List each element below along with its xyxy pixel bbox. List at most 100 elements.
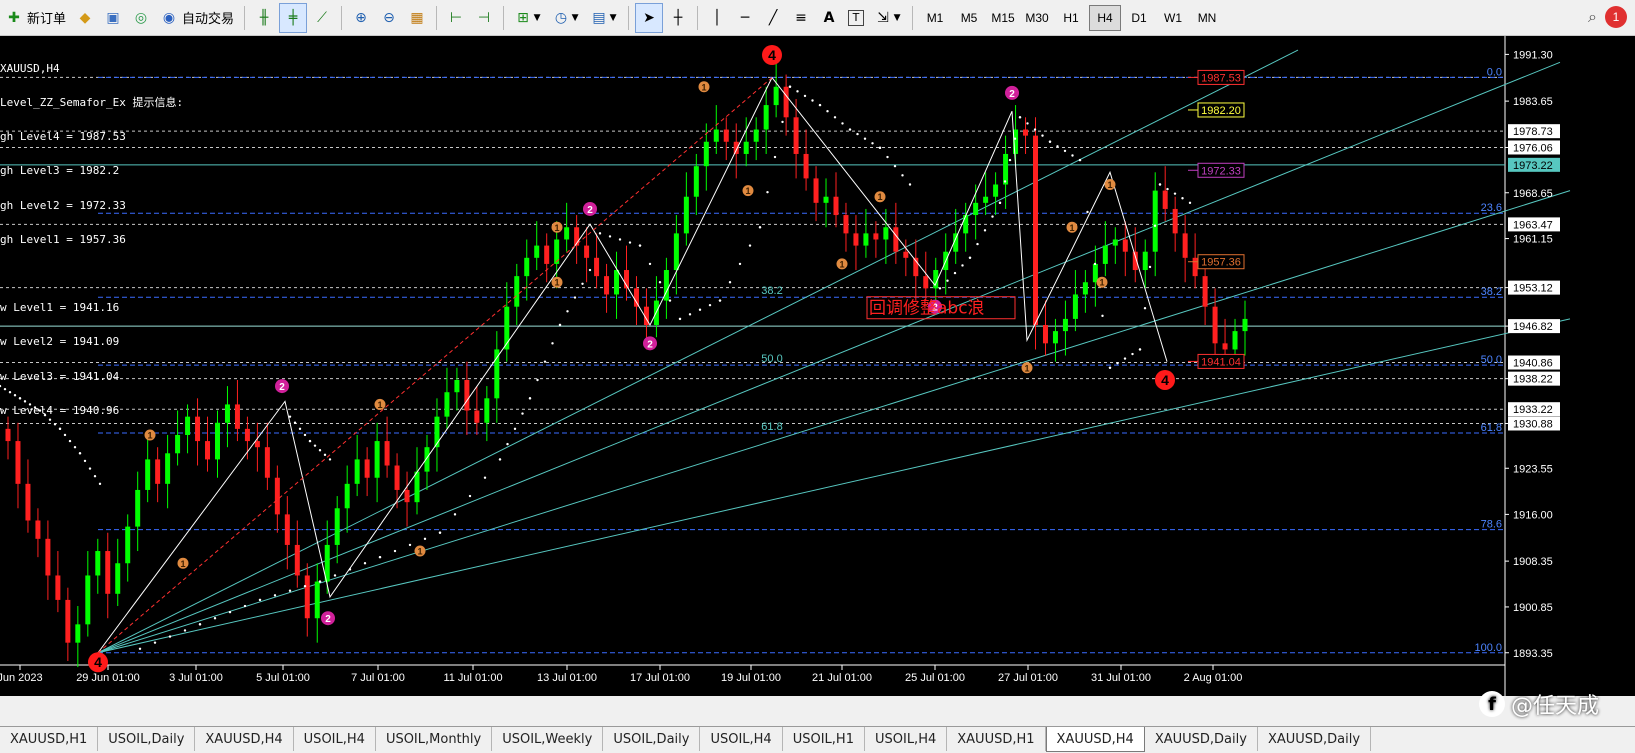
candle-body [863, 233, 869, 246]
sar-dot [886, 155, 889, 159]
bar-chart-button[interactable]: ╫ [251, 4, 277, 32]
candle-body [1222, 343, 1228, 350]
chart-tab[interactable]: USOIL,H4 [700, 727, 783, 751]
zoom-in-icon: ⊕ [355, 9, 367, 26]
candle-body [1092, 263, 1098, 283]
crosshair-button[interactable]: ┼ [665, 4, 691, 32]
timeframe-m15-button[interactable]: M15 [987, 5, 1019, 31]
timeframe-w1-button[interactable]: W1 [1157, 5, 1189, 31]
sar-dot [938, 287, 942, 290]
zoom-out-button[interactable]: ⊖ [376, 4, 402, 32]
auto-scroll-button[interactable]: ⊣ [471, 4, 497, 32]
time-axis-label: 25 Jul 01:00 [905, 672, 965, 684]
sar-dot [378, 555, 382, 559]
price-axis-label: 1893.35 [1513, 648, 1553, 660]
sar-dot [678, 317, 682, 321]
chart-window[interactable]: 0.0 23.6 38.2 50.0 61.8 78.6 100.0 38.2 50.0 61.8… [0, 36, 1635, 696]
chart-tab[interactable]: USOIL,Daily [98, 727, 196, 751]
chart-tab[interactable]: XAUUSD,H4 [195, 727, 294, 751]
chart-tab[interactable]: USOIL,Monthly [376, 727, 493, 751]
candle-body [1003, 153, 1009, 185]
candle-body [454, 379, 460, 393]
semafor-level2-label: 2 [325, 614, 331, 625]
zoom-in-button[interactable]: ⊕ [348, 4, 374, 32]
chart-tab[interactable]: USOIL,H1 [783, 727, 865, 751]
navigator-button[interactable]: ▣ [100, 4, 126, 32]
sar-dot [228, 610, 232, 614]
line-chart-button[interactable]: ⟋ [309, 4, 335, 32]
semafor-level1-label: 1 [377, 400, 382, 410]
templates-button[interactable]: ▤ ▼ [586, 4, 622, 32]
trendline-icon: ╱ [768, 9, 778, 26]
sar-dot [1131, 352, 1134, 356]
cursor-button[interactable]: ➤ [635, 2, 664, 33]
semafor-level1-label: 1 [554, 223, 559, 233]
chart-tab[interactable]: XAUUSD,Daily [1258, 727, 1372, 751]
sar-dot [668, 299, 672, 302]
vertical-line-button[interactable]: │ [704, 4, 730, 32]
candle-body [1142, 251, 1148, 271]
templates-icon: ▤ [592, 9, 606, 26]
sar-dot [991, 215, 994, 218]
timeframe-d1-button[interactable]: D1 [1123, 5, 1155, 31]
sar-dot [73, 445, 77, 449]
level-tag-text: 1972.33 [1201, 165, 1241, 177]
candle-body [115, 563, 121, 594]
fibonacci-button[interactable]: ≡ [788, 4, 814, 32]
price-box-label: 1978.73 [1513, 126, 1553, 138]
sar-dot [871, 142, 874, 145]
indicators-button[interactable]: ⊞ ▼ [510, 4, 546, 32]
chart-shift-button[interactable]: ⊢ [443, 4, 469, 32]
sar-dot [1093, 262, 1097, 266]
chart-tab[interactable]: XAUUSD,H1 [0, 727, 99, 751]
notification-badge[interactable]: 1 [1605, 6, 1627, 28]
tile-windows-button[interactable]: ▦ [404, 4, 430, 32]
arrows-button[interactable]: ⇲ ▼ [870, 4, 906, 32]
sar-dot [1018, 116, 1022, 119]
candle-body [384, 441, 390, 466]
horizontal-line-button[interactable]: ─ [732, 4, 758, 32]
candlestick-button[interactable]: ╪ [279, 2, 308, 33]
sar-dot [1086, 210, 1089, 214]
sar-dot [953, 271, 957, 275]
chart-tab[interactable]: USOIL,Daily [603, 727, 701, 751]
time-axis-label: 7 Jul 01:00 [351, 672, 405, 684]
timeframe-h4-button[interactable]: H4 [1089, 4, 1122, 31]
fibonacci-mid-label: 50.0 [761, 353, 782, 365]
trendline-button[interactable]: ╱ [760, 4, 786, 32]
sar-dot [243, 604, 247, 608]
signals-button[interactable]: ◎ [128, 4, 154, 32]
chart-tab[interactable]: USOIL,Weekly [492, 727, 604, 751]
wave-4-label: 4 [1161, 372, 1169, 388]
candle-body [284, 514, 290, 545]
timeframe-h1-button[interactable]: H1 [1055, 5, 1087, 31]
sar-dot [841, 122, 844, 125]
price-axis-label: 1961.15 [1513, 234, 1553, 246]
fibonacci-level-label: 78.6 [1481, 519, 1502, 531]
timeframe-m5-button[interactable]: M5 [953, 5, 985, 31]
auto-trading-button[interactable]: ◉ 自动交易 [156, 4, 238, 32]
chart-tab[interactable]: XAUUSD,H1 [947, 727, 1046, 751]
market-watch-button[interactable]: ◆ [72, 4, 98, 32]
candle-body [893, 227, 899, 252]
periods-button[interactable]: ◷ ▼ [548, 4, 584, 32]
chart-tab[interactable]: USOIL,H4 [865, 727, 948, 751]
semafor-level1-label: 1 [1107, 180, 1112, 190]
timeframe-m30-button[interactable]: M30 [1021, 5, 1053, 31]
timeframe-mn-button[interactable]: MN [1191, 5, 1223, 31]
price-chart: 0.0 23.6 38.2 50.0 61.8 78.6 100.0 38.2 50.0 61.8… [0, 36, 1571, 696]
sar-dot [1148, 265, 1152, 269]
search-icon[interactable]: ⌕ [1588, 7, 1597, 27]
chart-tab[interactable]: USOIL,H4 [294, 727, 376, 751]
sar-dot [998, 201, 1002, 205]
chart-tab[interactable]: XAUUSD,H4 [1045, 727, 1145, 752]
sar-dot [718, 299, 722, 302]
text-label-button[interactable]: T [844, 4, 868, 32]
auto-trading-label: 自动交易 [182, 12, 235, 27]
sar-dot [688, 313, 692, 316]
chart-tab[interactable]: XAUUSD,Daily [1145, 727, 1258, 751]
new-order-button[interactable]: ✚ 新订单 [1, 4, 70, 32]
timeframe-m1-button[interactable]: M1 [919, 5, 951, 31]
text-button[interactable]: A [816, 4, 842, 32]
candle-body [155, 459, 161, 484]
